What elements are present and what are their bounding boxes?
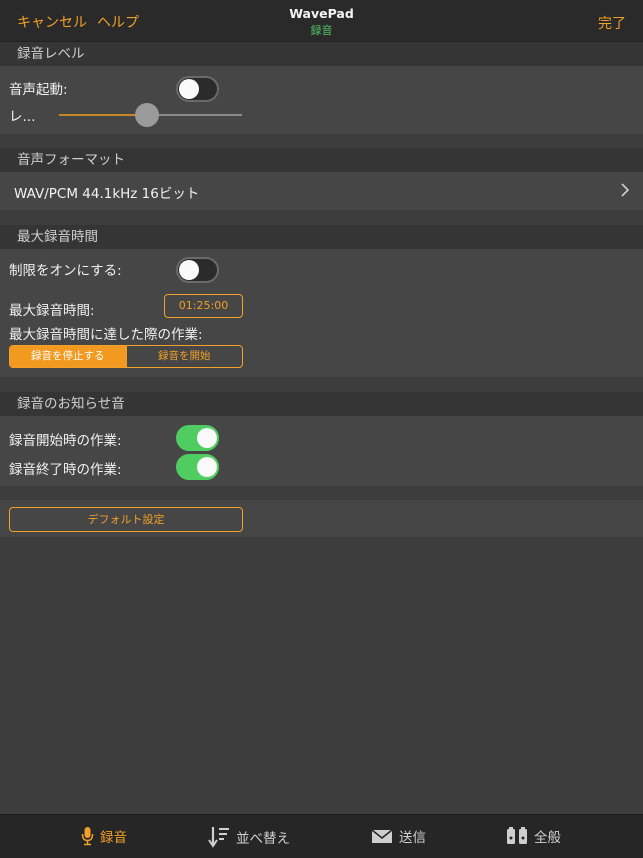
section-header-audio-format: 音声フォーマット <box>0 148 643 172</box>
level-slider-fill <box>59 114 147 116</box>
section-header-record-level: 録音レベル <box>0 42 643 66</box>
start-sound-toggle[interactable] <box>176 425 219 451</box>
microphone-icon <box>81 827 94 846</box>
done-button[interactable]: 完了 <box>598 16 626 32</box>
tab-general[interactable]: 全般 <box>506 826 561 846</box>
toggle-knob <box>197 457 217 477</box>
title-group: WavePad 録音 <box>0 6 643 38</box>
general-settings-icon <box>507 827 527 844</box>
end-sound-label: 録音終了時の作業: <box>9 462 122 478</box>
start-recording-segment[interactable]: 録音を開始 <box>125 346 243 367</box>
max-time-label: 最大録音時間: <box>9 303 95 319</box>
tab-general-label: 全般 <box>534 830 561 846</box>
record-level-section: 音声起動: レ... <box>0 66 643 134</box>
tab-record-label: 録音 <box>100 830 127 846</box>
notification-section: 録音開始時の作業: 録音終了時の作業: <box>0 416 643 486</box>
max-time-section: 制限をオンにする: 最大録音時間: 01:25:00 最大録音時間に達した際の作… <box>0 249 643 377</box>
screen-subtitle: 録音 <box>310 24 333 37</box>
voice-activation-toggle[interactable] <box>176 76 219 102</box>
level-slider[interactable] <box>59 103 242 127</box>
chevron-right-icon <box>621 183 629 197</box>
stop-recording-segment[interactable]: 録音を停止する <box>10 346 126 367</box>
default-settings-button[interactable]: デフォルト設定 <box>9 507 243 532</box>
audio-format-row[interactable]: WAV/PCM 44.1kHz 16ビット <box>0 172 643 210</box>
max-time-action-label: 最大録音時間に達した際の作業: <box>9 327 203 343</box>
app-title: WavePad <box>289 6 354 21</box>
tab-sort[interactable]: 並べ替え <box>208 826 290 848</box>
end-sound-toggle[interactable] <box>176 454 219 480</box>
voice-activation-label: 音声起動: <box>9 82 68 98</box>
default-section: デフォルト設定 <box>0 500 643 537</box>
section-header-notification: 録音のお知らせ音 <box>0 392 643 416</box>
start-sound-label: 録音開始時の作業: <box>9 433 122 449</box>
tab-bar: 録音 並べ替え 送信 全般 <box>0 814 643 858</box>
tab-send[interactable]: 送信 <box>371 826 426 846</box>
limit-enable-label: 制限をオンにする: <box>9 263 122 279</box>
audio-format-value: WAV/PCM 44.1kHz 16ビット <box>14 186 200 202</box>
tab-send-label: 送信 <box>399 830 426 846</box>
level-label: レ... <box>9 109 36 125</box>
section-header-max-time: 最大録音時間 <box>0 225 643 249</box>
max-time-button[interactable]: 01:25:00 <box>164 294 243 318</box>
level-slider-thumb[interactable] <box>135 103 159 127</box>
tab-record[interactable]: 録音 <box>81 826 127 846</box>
toggle-knob <box>179 79 199 99</box>
toggle-knob <box>197 428 217 448</box>
sort-icon <box>208 827 229 848</box>
navigation-bar: キャンセル ヘルプ WavePad 録音 完了 <box>0 0 643 42</box>
max-time-action-segmented: 録音を停止する 録音を開始 <box>9 345 243 368</box>
limit-enable-toggle[interactable] <box>176 257 219 283</box>
envelope-icon <box>371 829 393 843</box>
toggle-knob <box>179 260 199 280</box>
tab-sort-label: 並べ替え <box>236 831 290 847</box>
